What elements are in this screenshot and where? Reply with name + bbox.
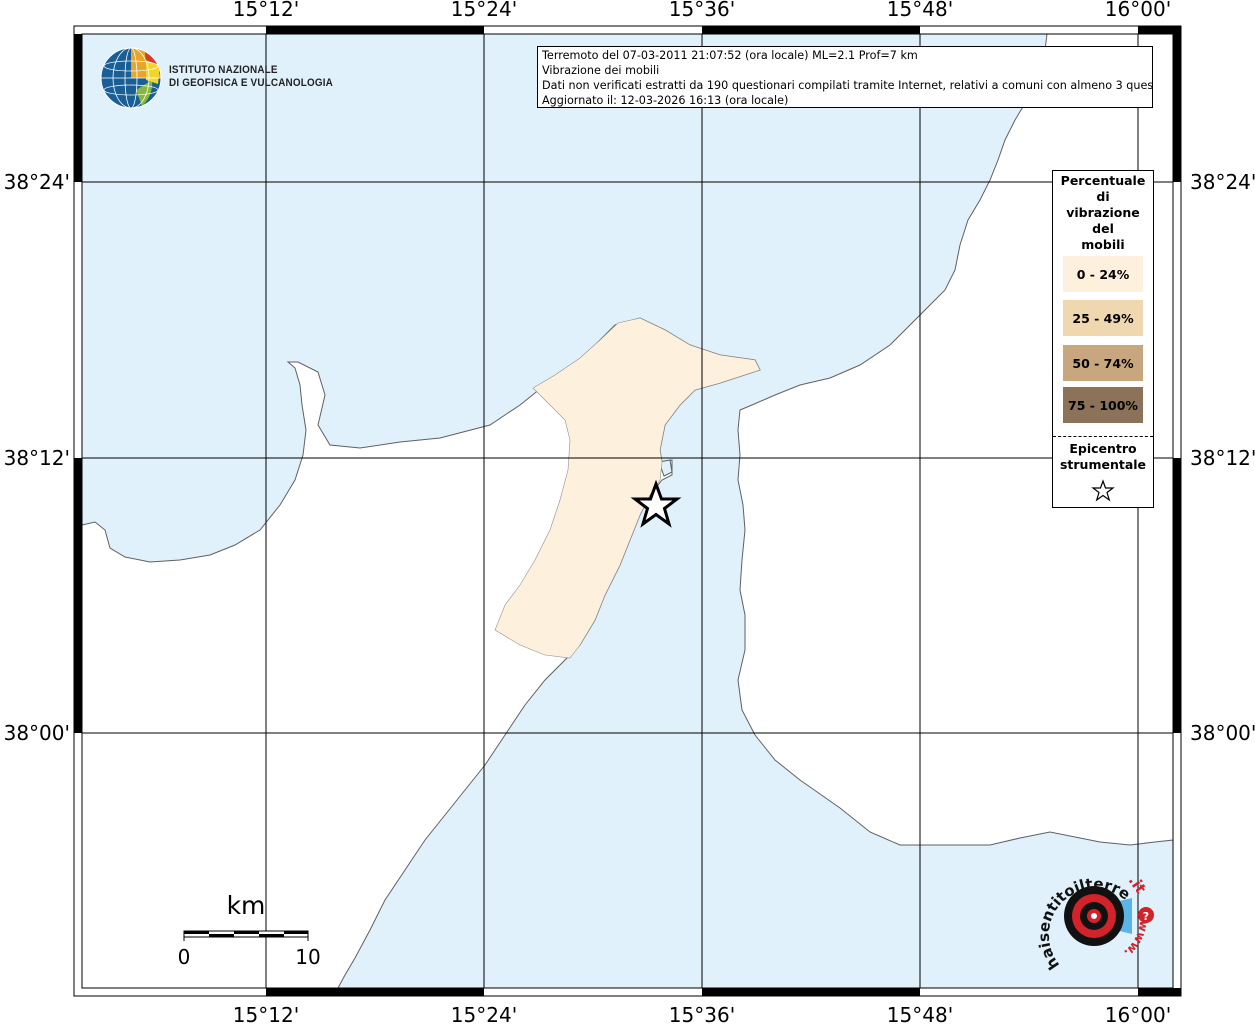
legend-title-line: mobili (1081, 237, 1125, 252)
event-data-note: Dati non verificati estratti da 190 ques… (542, 79, 1153, 92)
event-parameter: Vibrazione dei mobili (542, 64, 660, 77)
lat-labels-right: 38°24' 38°12' 38°00' (1190, 170, 1255, 745)
lon-labels-bottom: 15°12' 15°24' 15°36' 15°48' 16°00' (233, 1003, 1171, 1024)
lon-label-top: 15°24' (451, 0, 517, 21)
scale-max-label: 10 (295, 945, 320, 969)
legend-separator (1053, 436, 1153, 437)
lat-label-right: 38°00' (1190, 721, 1255, 745)
event-title: Terremoto del 07-03-2011 21:07:52 (ora l… (542, 49, 918, 62)
lon-label-top: 16°00' (1105, 0, 1171, 21)
legend-star-icon (1091, 479, 1115, 502)
event-updated: Aggiornato il: 12-03-2026 16:13 (ora loc… (542, 94, 789, 107)
legend-item-50-74: 50 - 74% (1063, 345, 1143, 381)
legend-item-75-100: 75 - 100% (1063, 387, 1143, 423)
lon-label-top: 15°48' (887, 0, 953, 21)
legend-item-0-24: 0 - 24% (1063, 256, 1143, 292)
legend-epicenter-line: Epicentro (1069, 441, 1137, 456)
legend-epicenter-line: strumentale (1059, 457, 1147, 472)
lon-labels-top: 15°12' 15°24' 15°36' 15°48' 16°00' (233, 0, 1171, 21)
scale-unit: km (227, 891, 266, 920)
lon-label-top: 15°36' (669, 0, 735, 21)
legend-title-line: Percentuale (1060, 173, 1146, 188)
legend-title-line: di (1096, 189, 1110, 204)
lon-label-bottom: 15°12' (233, 1003, 299, 1024)
legend-title-line: vibrazione (1066, 205, 1140, 220)
ingv-globe-logo (100, 47, 162, 109)
lat-label-left: 38°24' (4, 170, 70, 194)
lat-label-right: 38°12' (1190, 446, 1255, 470)
legend-title-line: del (1092, 221, 1114, 236)
lat-label-left: 38°12' (4, 446, 70, 470)
lat-label-right: 38°24' (1190, 170, 1255, 194)
lon-label-bottom: 15°48' (887, 1003, 953, 1024)
event-info-box: Terremoto del 07-03-2011 21:07:52 (ora l… (537, 46, 1153, 108)
lon-label-bottom: 16°00' (1105, 1003, 1171, 1024)
legend-item-25-49: 25 - 49% (1063, 300, 1143, 336)
lat-labels-left: 38°24' 38°12' 38°00' (4, 170, 70, 745)
lon-label-bottom: 15°24' (451, 1003, 517, 1024)
lon-label-top: 15°12' (233, 0, 299, 21)
legend-title: Percentuale di vibrazione del mobili (1053, 173, 1153, 253)
lat-label-left: 38°00' (4, 721, 70, 745)
lon-label-bottom: 15°36' (669, 1003, 735, 1024)
ingv-logo-line2: DI GEOFISICA E VULCANOLOGIA (169, 77, 334, 89)
legend-box: Percentuale di vibrazione del mobili 0 -… (1052, 170, 1154, 508)
scale-min-label: 0 (178, 945, 191, 969)
legend-epicenter-label: Epicentro strumentale (1053, 441, 1153, 473)
ingv-logo-text: ISTITUTO NAZIONALE DI GEOFISICA E VULCAN… (169, 64, 333, 90)
ingv-logo-line1: ISTITUTO NAZIONALE (169, 64, 278, 76)
